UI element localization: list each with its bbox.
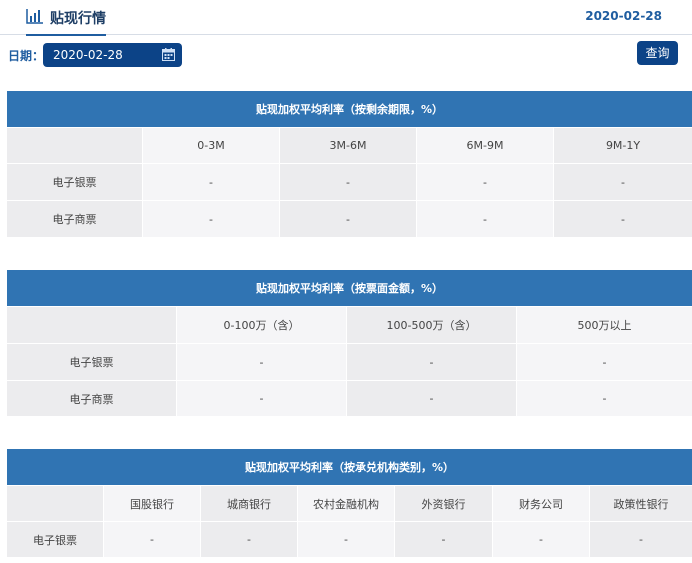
title-tab: 贴现行情 <box>26 0 106 36</box>
column-header: 外资银行 <box>394 485 493 522</box>
table-cell: - <box>279 163 417 201</box>
page-title: 贴现行情 <box>50 11 106 27</box>
column-header: 农村金融机构 <box>297 485 395 522</box>
table-cell: - <box>552 200 692 238</box>
column-header: 100-500万（含） <box>346 306 517 344</box>
table-cell: - <box>515 380 692 417</box>
table-cell: - <box>492 521 590 558</box>
row-label: 电子商票 <box>6 380 177 417</box>
column-header: 政策性银行 <box>588 485 692 522</box>
table-cell: - <box>297 521 395 558</box>
table-cell: - <box>416 200 554 238</box>
corner-cell <box>6 306 177 344</box>
row-label: 电子商票 <box>6 200 143 238</box>
row-label: 电子银票 <box>6 343 177 381</box>
table-cell: - <box>176 343 347 381</box>
table-cell: - <box>416 163 554 201</box>
table-cell: - <box>552 163 692 201</box>
column-header: 500万以上 <box>515 306 692 344</box>
column-header: 9M-1Y <box>552 127 692 164</box>
query-button[interactable]: 查询 <box>637 41 678 65</box>
rate-by-term-table: 贴现加权平均利率（按剩余期限，%） 0-3M 3M-6M 6M-9M 9M-1Y… <box>5 90 692 238</box>
date-value: 2020-02-28 <box>53 48 123 62</box>
table-cell: - <box>515 343 692 381</box>
table-cell: - <box>394 521 493 558</box>
rate-by-acceptor-table: 贴现加权平均利率（按承兑机构类别，%） 国股银行 城商银行 农村金融机构 外资银… <box>5 448 692 558</box>
page-header: 贴现行情 2020-02-28 <box>0 0 692 36</box>
table-row: 电子银票 - - - - <box>6 163 692 201</box>
table-caption: 贴现加权平均利率（按剩余期限，%） <box>5 90 692 128</box>
table-row: 电子银票 - - - - - - <box>6 521 692 558</box>
header-date: 2020-02-28 <box>585 9 662 23</box>
row-label: 电子银票 <box>6 163 143 201</box>
table-cell: - <box>142 200 280 238</box>
table-caption: 贴现加权平均利率（按票面金额，%） <box>5 269 692 307</box>
table-cell: - <box>588 521 692 558</box>
table-cell: - <box>103 521 201 558</box>
rate-by-amount-table: 贴现加权平均利率（按票面金额，%） 0-100万（含） 100-500万（含） … <box>5 269 692 417</box>
table-cell: - <box>279 200 417 238</box>
column-header: 0-3M <box>142 127 280 164</box>
date-filter-row: 日期： 2020-02-28 <box>0 42 692 68</box>
table-cell: - <box>200 521 298 558</box>
date-label: 日期： <box>8 49 45 63</box>
table-caption: 贴现加权平均利率（按承兑机构类别，%） <box>5 448 692 486</box>
column-header: 财务公司 <box>492 485 590 522</box>
calendar-icon[interactable] <box>162 48 175 61</box>
chart-icon <box>26 9 43 24</box>
column-header: 国股银行 <box>103 485 201 522</box>
date-picker-input[interactable]: 2020-02-28 <box>43 43 182 67</box>
table-row: 电子银票 - - - <box>6 343 692 381</box>
column-header: 城商银行 <box>200 485 298 522</box>
table-row: 电子商票 - - - <box>6 380 692 417</box>
table-cell: - <box>346 380 517 417</box>
column-header: 0-100万（含） <box>176 306 347 344</box>
column-header: 6M-9M <box>416 127 554 164</box>
table-cell: - <box>142 163 280 201</box>
column-header: 3M-6M <box>279 127 417 164</box>
table-row: 电子商票 - - - - <box>6 200 692 238</box>
row-label: 电子银票 <box>6 521 104 558</box>
corner-cell <box>6 127 143 164</box>
table-cell: - <box>176 380 347 417</box>
corner-cell <box>6 485 104 522</box>
table-cell: - <box>346 343 517 381</box>
